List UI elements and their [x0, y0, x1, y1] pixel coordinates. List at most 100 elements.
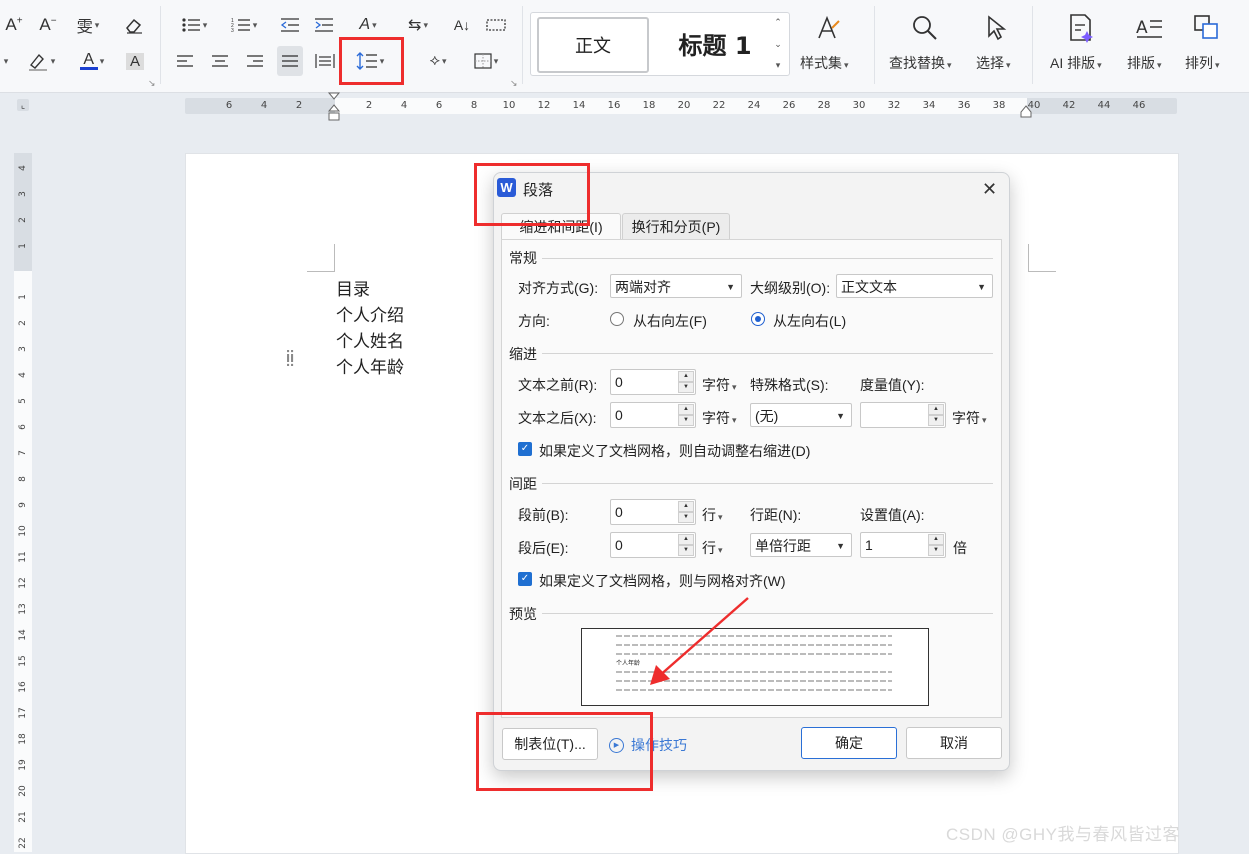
tab-line-page-breaks[interactable]: 换行和分页(P) [622, 213, 730, 240]
vruler-tick-label: 22 [18, 837, 28, 849]
distribute-align-icon[interactable] [313, 48, 337, 74]
drag-handle-icon[interactable]: ⠿ ⠿ [285, 349, 296, 369]
measure-input[interactable]: ▲ ▼ [860, 402, 946, 428]
swap-icon[interactable]: ⇆ ▾ [400, 12, 436, 38]
auto-adjust-checkbox[interactable]: ✓ [518, 442, 532, 456]
highlight-box-line-spacing [339, 37, 404, 85]
ok-button[interactable]: 确定 [801, 727, 897, 759]
indent-marker-icon[interactable] [327, 92, 341, 129]
measure-label: 度量值(Y): [860, 377, 925, 393]
line-spacing-select[interactable]: 单倍行距 ▼ [750, 533, 852, 557]
snap-grid-label[interactable]: 如果定义了文档网格，则与网格对齐(W) [539, 571, 786, 591]
align-center-icon[interactable] [209, 48, 231, 74]
increase-indent-icon[interactable] [312, 12, 336, 38]
spin-down-icon[interactable]: ▼ [678, 545, 694, 556]
chevron-down-icon: ▼ [836, 411, 845, 421]
text-direction-icon[interactable]: A ▾ [350, 12, 386, 38]
vruler-tick-label: 10 [18, 525, 28, 537]
spin-up-icon[interactable]: ▲ [678, 534, 694, 545]
spin-up-icon[interactable]: ▲ [678, 371, 694, 382]
align-left-icon[interactable] [174, 48, 196, 74]
indent-after-input[interactable]: 0 ▲ ▼ [610, 402, 696, 428]
space-after-input[interactable]: 0 ▲ ▼ [610, 532, 696, 558]
distributed-icon[interactable] [484, 12, 508, 38]
spin-up-icon[interactable]: ▲ [678, 501, 694, 512]
search-icon[interactable] [911, 14, 939, 45]
arrange-icon[interactable] [1193, 14, 1221, 45]
spin-down-icon[interactable]: ▼ [928, 545, 944, 556]
rtl-label[interactable]: 从右向左(F) [633, 311, 707, 331]
select-button[interactable]: 选择 ▾ [976, 53, 1011, 73]
font-shrink-icon[interactable]: A− [36, 12, 60, 38]
layout-icon[interactable]: A [1135, 14, 1163, 45]
style-set-icon[interactable] [815, 14, 841, 45]
indent-before-unit[interactable]: 字符 ▾ [702, 375, 737, 395]
clear-format-icon[interactable] [122, 12, 146, 38]
indent-before-input[interactable]: 0 ▲ ▼ [610, 369, 696, 395]
ruler-tick-label: 36 [957, 100, 971, 111]
align-right-icon[interactable] [244, 48, 266, 74]
spin-up-icon[interactable]: ▲ [928, 404, 944, 415]
ruler-tick-label: 22 [712, 100, 726, 111]
layout-button[interactable]: 排版 ▾ [1127, 53, 1162, 73]
auto-adjust-label[interactable]: 如果定义了文档网格，则自动调整右缩进(D) [539, 441, 810, 461]
ltr-label[interactable]: 从左向右(L) [773, 311, 846, 331]
style-set-button[interactable]: 样式集 ▾ [800, 53, 849, 73]
highlight-box-tab-stops [476, 712, 653, 791]
spin-down-icon[interactable]: ▼ [928, 415, 944, 426]
justify-icon[interactable] [277, 46, 303, 76]
font-grow-icon[interactable]: A+ [2, 12, 26, 38]
font-color-icon[interactable]: A ▾ [72, 48, 112, 74]
decrease-indent-icon[interactable] [278, 12, 302, 38]
doc-line-toc[interactable]: 目录 [336, 275, 370, 300]
setting-value-input[interactable]: 1 ▲ ▼ [860, 532, 946, 558]
alignment-select[interactable]: 两端对齐 ▼ [610, 274, 742, 298]
indent-after-unit[interactable]: 字符 ▾ [702, 408, 737, 428]
numbering-icon[interactable]: 1 2 3 ▾ [226, 12, 262, 38]
space-before-unit[interactable]: 行 ▾ [702, 505, 723, 525]
doc-line-age[interactable]: 个人年龄 [336, 353, 404, 378]
close-icon[interactable]: ✕ [982, 179, 997, 200]
cancel-button[interactable]: 取消 [906, 727, 1002, 759]
rtl-radio[interactable] [610, 312, 624, 326]
arrange-button[interactable]: 排列 ▾ [1185, 53, 1220, 73]
borders-icon[interactable]: ▾ [468, 48, 504, 74]
ltr-radio[interactable] [751, 312, 765, 326]
doc-line-intro[interactable]: 个人介绍 [336, 301, 404, 326]
chevron-down-icon[interactable]: ▾ [0, 48, 10, 74]
phonetic-guide-icon[interactable]: 雯 ▾ [70, 12, 106, 38]
ruler-tick-label: 2 [365, 100, 373, 111]
gallery-scroll[interactable]: ⌃ ⌄ ▾ [771, 17, 785, 71]
direction-label: 方向: [518, 313, 550, 329]
find-replace-button[interactable]: 查找替换 ▾ [889, 53, 952, 73]
line-spacing-label: 行距(N): [750, 507, 802, 523]
spin-down-icon[interactable]: ▼ [678, 512, 694, 523]
tab-stop-selector[interactable]: ⌞ [17, 99, 29, 111]
sort-icon[interactable]: A↓ [450, 12, 474, 38]
doc-line-name[interactable]: 个人姓名 [336, 327, 404, 352]
bullets-icon[interactable]: ▾ [176, 12, 212, 38]
spin-up-icon[interactable]: ▲ [678, 404, 694, 415]
shading-icon[interactable]: ⟡ ▾ [420, 48, 456, 74]
spin-down-icon[interactable]: ▼ [678, 382, 694, 393]
style-normal[interactable]: 正文 [537, 17, 649, 73]
ai-layout-button[interactable]: AI 排版 ▾ [1050, 53, 1102, 73]
spin-down-icon[interactable]: ▼ [678, 415, 694, 426]
vruler-tick-label: 6 [18, 424, 28, 430]
char-shading-icon[interactable]: A [124, 48, 146, 74]
special-format-select[interactable]: (无) ▼ [750, 403, 852, 427]
space-before-input[interactable]: 0 ▲ ▼ [610, 499, 696, 525]
ai-layout-icon[interactable] [1067, 13, 1095, 46]
special-format-label: 特殊格式(S): [750, 377, 829, 393]
cursor-icon[interactable] [984, 14, 1010, 45]
right-indent-marker-icon[interactable] [1020, 104, 1032, 121]
outline-level-select[interactable]: 正文文本 ▼ [836, 274, 993, 298]
style-heading1[interactable]: 标题 1 [663, 17, 767, 69]
spin-up-icon[interactable]: ▲ [928, 534, 944, 545]
space-after-unit[interactable]: 行 ▾ [702, 538, 723, 558]
snap-grid-checkbox[interactable]: ✓ [518, 572, 532, 586]
dialog-launcher-icon[interactable]: ↘ [148, 78, 156, 89]
highlight-icon[interactable]: ▾ [22, 48, 60, 74]
measure-unit[interactable]: 字符 ▾ [952, 408, 987, 428]
dialog-launcher-icon[interactable]: ↘ [510, 78, 518, 89]
